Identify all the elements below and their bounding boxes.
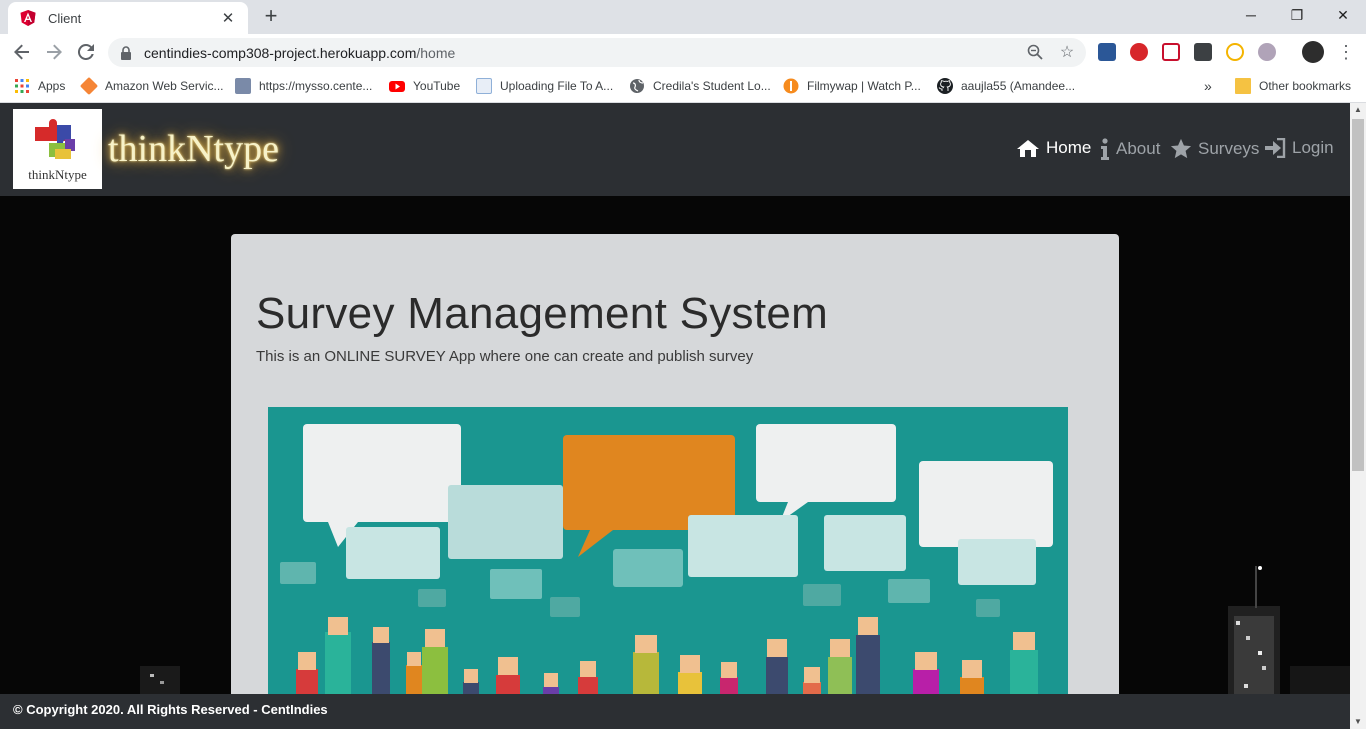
survey-illustration [268, 407, 1068, 714]
youtube-icon [389, 81, 405, 92]
hero-subtitle: This is an ONLINE SURVEY App where one c… [256, 348, 754, 365]
filmywap-icon [783, 78, 799, 94]
tab-title: Client [48, 10, 82, 26]
bookmark-youtube[interactable]: YouTube [389, 76, 460, 96]
site-navbar: thinkNtype thinkNtype Home About Surveys… [0, 103, 1350, 196]
nav-home[interactable]: Home [1016, 138, 1091, 158]
browser-tab[interactable]: Client ✕ [8, 2, 248, 34]
apps-grid-icon [15, 79, 29, 93]
bookmark-label: Other bookmarks [1259, 79, 1352, 93]
nav-login[interactable]: Login [1264, 138, 1334, 158]
info-icon [1101, 138, 1109, 160]
site-footer: © Copyright 2020. All Rights Reserved - … [0, 694, 1350, 729]
extension-google-icon[interactable] [1226, 43, 1244, 61]
speech-bubbles-hands-image [268, 407, 1068, 714]
bookmark-label: aaujla55 (Amandee... [961, 79, 1076, 93]
reload-button[interactable] [74, 40, 98, 64]
bookmark-label: Filmywap | Watch P... [807, 79, 921, 93]
nav-about[interactable]: About [1100, 138, 1160, 160]
scroll-thumb[interactable] [1352, 119, 1364, 471]
bookmark-credila[interactable]: Credila's Student Lo... [629, 76, 771, 96]
nav-surveys[interactable]: Surveys [1170, 138, 1259, 160]
github-icon [937, 78, 953, 94]
extension-bug-icon[interactable] [1258, 43, 1276, 61]
web-page: thinkNtype thinkNtype Home About Surveys… [0, 103, 1350, 729]
bookmark-label: Apps [38, 79, 66, 93]
logo-caption: thinkNtype [28, 167, 87, 182]
hero-jumbotron: Survey Management System This is an ONLI… [231, 234, 1119, 714]
bookmark-mysso[interactable]: https://mysso.cente... [235, 76, 372, 96]
chrome-menu-icon[interactable]: ⋮ [1334, 40, 1358, 64]
home-icon [1017, 140, 1039, 157]
page-icon [235, 78, 251, 94]
bookmark-star-icon[interactable]: ☆ [1058, 44, 1076, 62]
scroll-up-icon[interactable]: ▲ [1350, 103, 1366, 117]
url-path: /home [416, 44, 456, 61]
bookmark-label: Credila's Student Lo... [653, 79, 771, 93]
minimize-button[interactable]: ─ [1228, 0, 1274, 30]
puzzle-logo-icon [35, 119, 75, 159]
other-bookmarks[interactable]: Other bookmarks [1235, 76, 1351, 96]
bookmarks-overflow-button[interactable]: » [1204, 76, 1212, 96]
new-tab-button[interactable]: + [259, 5, 283, 29]
extension-selenium-icon[interactable] [1194, 43, 1212, 61]
angular-icon [20, 10, 36, 26]
bookmark-label: https://mysso.cente... [259, 79, 373, 93]
bookmark-filmywap[interactable]: Filmywap | Watch P... [783, 76, 921, 96]
restore-button[interactable]: ❐ [1274, 0, 1320, 30]
bookmark-apps[interactable]: Apps [14, 76, 65, 96]
login-icon [1265, 138, 1286, 158]
address-bar[interactable]: centindies-comp308-project.herokuapp.com… [108, 38, 1086, 67]
forward-arrow-icon [47, 44, 62, 60]
tab-close-icon[interactable]: ✕ [220, 9, 236, 27]
bookmark-github[interactable]: aaujla55 (Amandee... [937, 76, 1075, 96]
zoom-icon[interactable] [1026, 44, 1044, 62]
bookmark-aws[interactable]: Amazon Web Servic... [79, 76, 224, 96]
forward-button[interactable] [42, 40, 66, 64]
nav-surveys-label: Surveys [1198, 139, 1260, 158]
reload-icon [78, 44, 94, 60]
hero-title: Survey Management System [256, 289, 829, 338]
back-arrow-icon [14, 44, 29, 60]
copyright-text: © Copyright 2020. All Rights Reserved - … [13, 702, 328, 717]
back-button[interactable] [10, 40, 34, 64]
bookmark-label: Uploading File To A... [500, 79, 614, 93]
bookmark-label: Amazon Web Servic... [105, 79, 224, 93]
page-scrollbar[interactable]: ▲ ▼ [1350, 103, 1366, 729]
lock-icon [121, 45, 131, 60]
nav-home-label: Home [1046, 138, 1092, 157]
brand-name[interactable]: thinkNtype [108, 127, 279, 171]
profile-avatar[interactable] [1302, 41, 1324, 63]
browser-tabstrip: Client ✕ + ─ ❐ ✕ [0, 0, 1366, 34]
extension-adblock-icon[interactable] [1130, 43, 1148, 61]
site-logo[interactable]: thinkNtype [13, 109, 102, 189]
nav-login-label: Login [1292, 138, 1334, 157]
url-host: centindies-comp308-project.herokuapp.com [144, 44, 417, 61]
nav-about-label: About [1116, 139, 1161, 158]
globe-icon [630, 79, 644, 93]
star-icon [1170, 138, 1192, 159]
close-window-button[interactable]: ✕ [1320, 0, 1366, 30]
aws-icon [79, 76, 99, 96]
bookmark-label: YouTube [413, 79, 461, 93]
bookmark-uploading[interactable]: Uploading File To A... [476, 76, 613, 96]
scroll-down-icon[interactable]: ▼ [1350, 715, 1366, 729]
bookmarks-bar: Apps Amazon Web Servic... https://mysso.… [0, 70, 1366, 103]
folder-icon [1235, 78, 1251, 94]
extension-calendar-icon[interactable] [1098, 43, 1116, 61]
extension-pocket-icon[interactable] [1162, 43, 1180, 61]
file-icon [476, 78, 492, 94]
browser-toolbar: centindies-comp308-project.herokuapp.com… [0, 34, 1366, 70]
